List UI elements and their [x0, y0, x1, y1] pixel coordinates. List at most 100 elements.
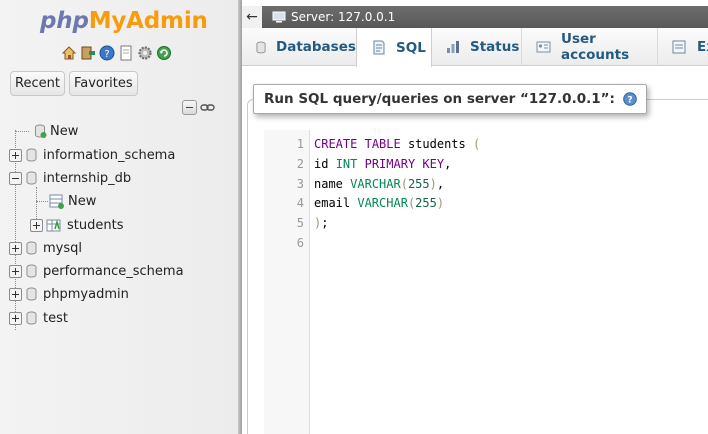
tree-item-label: phpmyadmin [43, 286, 129, 302]
tree-item-label: internship_db [43, 170, 132, 186]
expand-button[interactable] [9, 287, 22, 301]
tree-item-label: New [50, 123, 79, 139]
export-icon [672, 40, 686, 54]
sql-icon [373, 40, 385, 55]
line-number-gutter: 1 2 3 4 5 6 [264, 130, 310, 434]
code-line: name VARCHAR(255), [314, 177, 444, 191]
help-icon[interactable]: ? [623, 92, 637, 106]
tree-item-test[interactable]: test [9, 307, 68, 329]
new-table-icon [49, 194, 64, 209]
code-line: CREATE TABLE students ( [314, 137, 480, 151]
tree-controls [182, 100, 215, 115]
database-icon [26, 148, 37, 162]
status-icon [447, 41, 459, 53]
recent-button[interactable]: Recent [10, 71, 65, 96]
expand-button[interactable] [9, 148, 22, 162]
tree-item-performance-schema[interactable]: performance_schema [9, 260, 184, 282]
line-number: 2 [296, 157, 304, 171]
settings-icon[interactable] [137, 45, 153, 61]
tab-databases[interactable]: Databases [242, 28, 357, 66]
tree-item-label: test [43, 310, 68, 326]
tree-connector [15, 131, 29, 132]
code-line: email VARCHAR(255) [314, 196, 444, 210]
sql-bracket: ) [429, 177, 437, 191]
tab-label: Databases [276, 39, 356, 55]
tree-item-internship-db[interactable]: internship_db [9, 167, 131, 189]
tab-label: Status [470, 39, 520, 55]
quick-icons: ? [61, 45, 172, 65]
sql-punctuation: , [436, 177, 445, 191]
sql-keyword: PRIMARY KEY [364, 157, 445, 171]
home-icon[interactable] [61, 45, 77, 61]
sql-punctuation: , [444, 157, 452, 171]
database-icon [26, 311, 37, 325]
tree-item-label: information_schema [43, 147, 176, 163]
link-icon[interactable] [200, 100, 215, 115]
expand-button[interactable] [9, 241, 22, 255]
database-icon [26, 264, 37, 278]
server-breadcrumb-bar: ← Server: 127.0.0.1 [242, 6, 708, 28]
tree-item-label: mysql [43, 240, 82, 256]
line-number: 4 [296, 196, 304, 210]
tab-status[interactable]: Status [432, 28, 522, 66]
sql-type: VARCHAR [357, 196, 408, 210]
code-line: ); [314, 216, 328, 230]
user-accounts-icon [536, 41, 551, 53]
line-number: 3 [296, 177, 304, 191]
tab-label: User accounts [561, 31, 630, 63]
navigation-buttons: Recent Favorites [10, 71, 138, 96]
sql-identifier: id [314, 157, 329, 171]
phpmyadmin-logo[interactable]: phpMyAdmin [40, 8, 208, 38]
sql-number: 255 [415, 196, 437, 210]
sql-keyword: CREATE [314, 137, 358, 151]
server-icon [272, 11, 286, 23]
tree-item-label: students [67, 217, 124, 233]
sql-editor[interactable]: 1 2 3 4 5 6 CREATE TABLE students ( id I… [264, 130, 708, 434]
code-line: id INT PRIMARY KEY, [314, 157, 451, 171]
logout-icon[interactable] [80, 45, 96, 61]
sql-bracket: ( [400, 177, 408, 191]
sql-bracket: ( [472, 137, 481, 151]
reload-icon[interactable] [156, 45, 172, 61]
server-breadcrumb-link[interactable]: Server: 127.0.0.1 [291, 10, 395, 24]
svg-text:?: ? [104, 49, 109, 60]
sql-keyword: TABLE [364, 137, 401, 151]
documentation-page-icon[interactable] [118, 45, 134, 61]
table-icon [46, 218, 61, 231]
database-icon [26, 287, 37, 301]
tree-item-students[interactable]: students [30, 214, 123, 236]
expand-button[interactable] [9, 264, 22, 278]
sql-identifier: email [314, 196, 351, 210]
sql-bracket: ) [436, 196, 445, 210]
expand-button[interactable] [9, 311, 22, 325]
svg-text:?: ? [627, 96, 632, 106]
top-menu-tabs: Databases SQL Status User accounts Ex [242, 28, 708, 67]
docs-icon[interactable]: ? [99, 45, 115, 61]
sql-query-legend: Run SQL query/queries on server “127.0.0… [253, 84, 647, 114]
tab-sql[interactable]: SQL [356, 28, 432, 67]
logo-myadmin: MyAdmin [88, 8, 208, 34]
tree-item-label: New [68, 193, 97, 209]
favorites-button[interactable]: Favorites [68, 71, 138, 96]
tab-export[interactable]: Ex [658, 28, 708, 66]
tab-label: SQL [396, 39, 426, 56]
sql-number: 255 [407, 177, 430, 191]
line-number: 5 [296, 216, 304, 230]
tree-item-information-schema[interactable]: information_schema [9, 144, 175, 166]
collapse-button[interactable] [9, 171, 22, 185]
sql-identifier: name [314, 177, 343, 191]
sql-type: INT [335, 157, 358, 171]
line-number: 1 [296, 137, 304, 151]
collapse-all-button[interactable] [182, 100, 197, 115]
tree-item-mysql[interactable]: mysql [9, 237, 82, 259]
database-icon [26, 241, 37, 255]
tab-user-accounts[interactable]: User accounts [522, 28, 658, 66]
tree-item-label: performance_schema [43, 263, 184, 279]
new-database-icon [35, 124, 47, 138]
tree-item-new-table[interactable]: New [49, 190, 96, 212]
expand-button[interactable] [30, 218, 43, 232]
sql-identifier: students [407, 137, 466, 151]
tree-item-new[interactable]: New [29, 120, 78, 142]
collapse-navigation-button[interactable]: ← [242, 6, 262, 28]
tree-item-phpmyadmin[interactable]: phpmyadmin [9, 283, 129, 305]
